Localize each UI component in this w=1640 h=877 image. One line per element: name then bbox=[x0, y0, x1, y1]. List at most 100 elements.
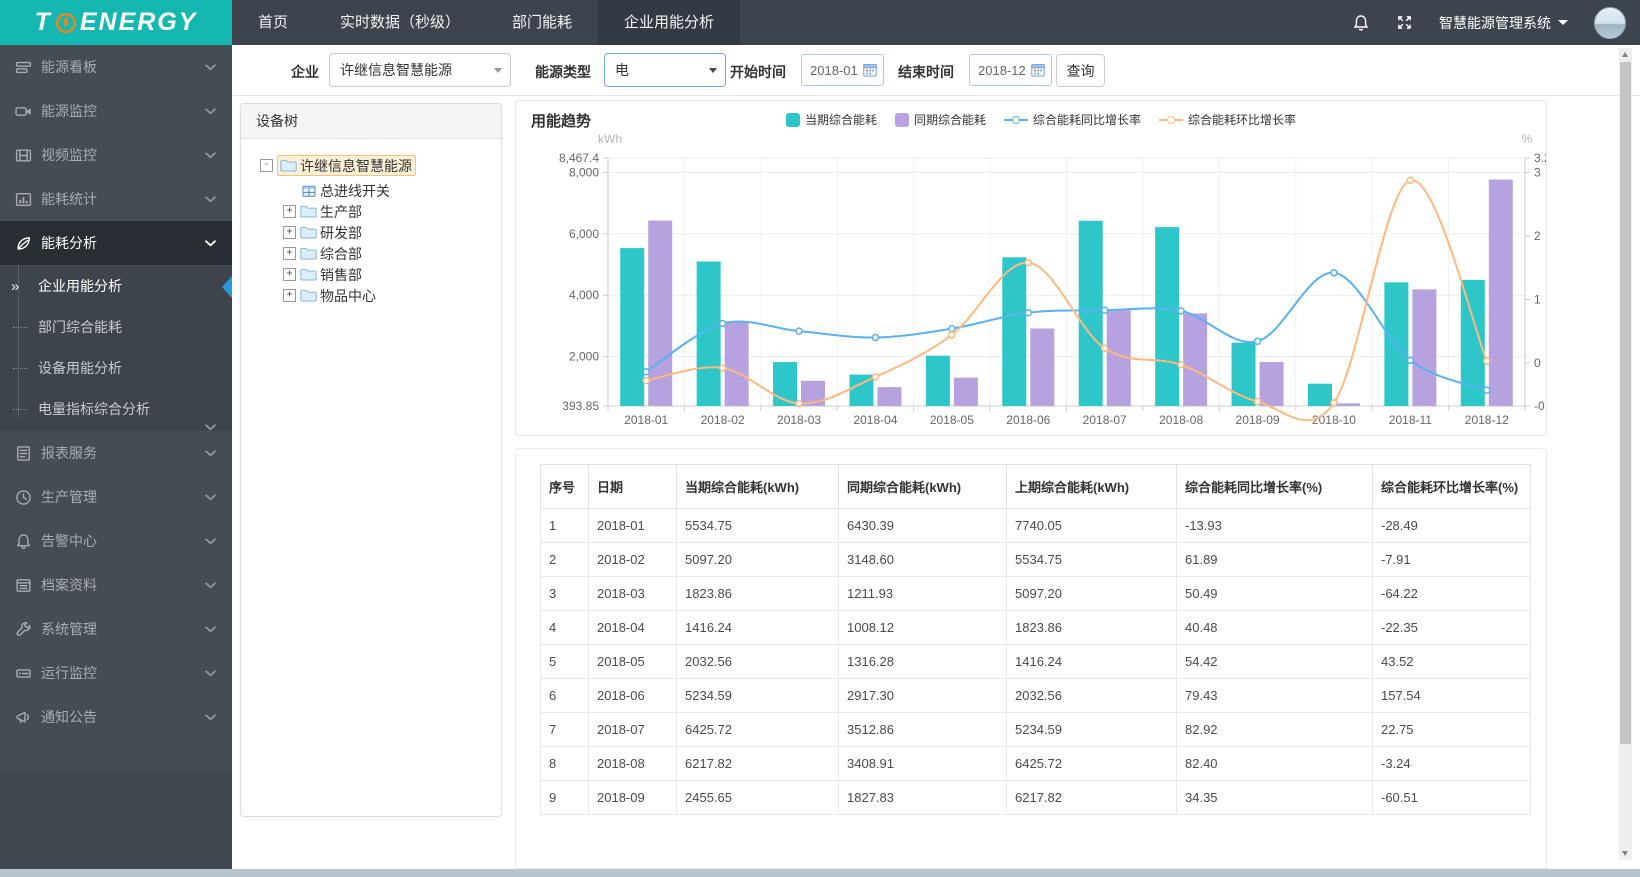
expand-toggle-icon[interactable]: + bbox=[283, 226, 296, 239]
line-marker bbox=[1024, 258, 1033, 267]
tree-node-folder[interactable]: + 生产部 bbox=[247, 201, 495, 222]
bar bbox=[877, 387, 902, 406]
tree-node-device[interactable]: 总进线开关 bbox=[247, 180, 495, 201]
scroll-down-arrow-icon[interactable] bbox=[1622, 851, 1628, 856]
sidebar-item[interactable]: 档案资料 bbox=[0, 563, 232, 607]
legend-item[interactable]: 综合能耗环比增长率 bbox=[1159, 111, 1296, 128]
chart-tick-label: 2018-06 bbox=[1006, 413, 1050, 427]
sidebar-item[interactable]: 能源监控 bbox=[0, 89, 232, 133]
table-row[interactable]: 8 2018-08 6217.82 3408.91 6425.72 82.40 -3.24 bbox=[540, 746, 1531, 781]
scroll-up-arrow-icon[interactable] bbox=[1622, 52, 1628, 57]
table-cell: -28.49 bbox=[1372, 508, 1531, 543]
sidebar-item[interactable]: 报表服务 bbox=[0, 431, 232, 475]
chart-tick-label: 2018-02 bbox=[701, 413, 745, 427]
user-avatar[interactable] bbox=[1594, 6, 1626, 39]
scrollbar-thumb[interactable] bbox=[1620, 62, 1631, 744]
expand-toggle-icon[interactable]: + bbox=[283, 247, 296, 260]
logo-text-t: T bbox=[34, 8, 52, 36]
table-cell: 6 bbox=[540, 678, 589, 713]
expand-toggle-icon[interactable]: + bbox=[283, 205, 296, 218]
collapse-toggle-icon[interactable]: - bbox=[260, 159, 273, 172]
table-header-cell: 同期综合能耗(kWh) bbox=[838, 464, 1007, 509]
sidebar-item[interactable]: 能耗统计 bbox=[0, 177, 232, 221]
tree-node-folder[interactable]: + 销售部 bbox=[247, 264, 495, 285]
table-row[interactable]: 6 2018-06 5234.59 2917.30 2032.56 79.43 157.54 bbox=[540, 678, 1531, 713]
table-row[interactable]: 1 2018-01 5534.75 6430.39 7740.05 -13.93 -28.4… bbox=[540, 508, 1531, 543]
tree-selected-node[interactable]: 许继信息智慧能源 bbox=[277, 155, 416, 176]
legend-line-swatch bbox=[1004, 113, 1029, 127]
line-marker bbox=[1330, 269, 1338, 277]
bar bbox=[1488, 179, 1513, 406]
table-header-cell: 日期 bbox=[588, 464, 677, 509]
table-cell: 79.43 bbox=[1176, 678, 1373, 713]
system-title-dropdown[interactable]: 智慧能源管理系统 bbox=[1439, 13, 1568, 33]
chevron-down-icon bbox=[205, 581, 216, 589]
end-date-input[interactable]: 2018-12 bbox=[969, 54, 1052, 86]
table-cell: 7740.05 bbox=[1006, 508, 1177, 543]
tree-node-label: 销售部 bbox=[320, 266, 362, 283]
chart-tick-label: 6,000 bbox=[569, 227, 599, 241]
wrench-icon bbox=[15, 621, 32, 638]
line-marker bbox=[871, 373, 880, 381]
sidebar-submenu: » 企业用能分析 部门综合能耗 设备用能分析 电量指标综合分析 bbox=[0, 265, 232, 431]
notification-bell-icon[interactable] bbox=[1352, 14, 1370, 32]
start-date-input[interactable]: 2018-01 bbox=[801, 54, 884, 86]
clock-icon bbox=[15, 489, 32, 506]
expand-toggle-icon[interactable]: + bbox=[283, 268, 296, 281]
company-select[interactable]: 许继信息智慧能源 bbox=[329, 53, 511, 87]
sidebar-subitem[interactable]: 设备用能分析 bbox=[0, 348, 232, 389]
energy-type-select[interactable]: 电 bbox=[604, 53, 726, 87]
horizontal-scrollbar-track[interactable] bbox=[0, 869, 1640, 877]
nav-tab[interactable]: 部门能耗 bbox=[486, 0, 598, 45]
table-header-cell: 序号 bbox=[540, 464, 589, 509]
calendar-icon[interactable] bbox=[863, 63, 877, 77]
sidebar-item[interactable]: 生产管理 bbox=[0, 475, 232, 519]
vertical-scrollbar[interactable] bbox=[1619, 48, 1632, 860]
tree-node-folder[interactable]: + 研发部 bbox=[247, 222, 495, 243]
sidebar-item[interactable]: 视频监控 bbox=[0, 133, 232, 177]
legend-item[interactable]: 当期综合能耗 bbox=[786, 111, 877, 128]
table-row[interactable]: 3 2018-03 1823.86 1211.93 5097.20 50.49 -64.22 bbox=[540, 576, 1531, 611]
tree-node-root[interactable]: - 许继信息智慧能源 bbox=[247, 155, 495, 176]
query-button[interactable]: 查询 bbox=[1056, 54, 1105, 87]
sidebar-item[interactable]: 通知公告 bbox=[0, 695, 232, 739]
tree-node-folder[interactable]: + 物品中心 bbox=[247, 285, 495, 306]
calendar-icon[interactable] bbox=[1031, 63, 1045, 77]
sidebar-subitem[interactable]: 电量指标综合分析 bbox=[0, 389, 232, 431]
chart-tick-label: 2018-07 bbox=[1083, 413, 1127, 427]
sidebar-item[interactable]: 告警中心 bbox=[0, 519, 232, 563]
table-row[interactable]: 2 2018-02 5097.20 3148.60 5534.75 61.89 -7.91 bbox=[540, 542, 1531, 577]
sidebar-item[interactable]: 运行监控 bbox=[0, 651, 232, 695]
start-date-value: 2018-01 bbox=[810, 62, 858, 78]
tree-node-folder[interactable]: + 综合部 bbox=[247, 243, 495, 264]
sidebar-item-label: 能耗统计 bbox=[41, 191, 97, 207]
tree-dash-icon bbox=[13, 368, 27, 369]
legend-item[interactable]: 同期综合能耗 bbox=[895, 111, 986, 128]
table-cell: 5234.59 bbox=[676, 678, 839, 713]
sidebar-item[interactable]: 能源看板 bbox=[0, 45, 232, 89]
legend-item[interactable]: 综合能耗同比增长率 bbox=[1004, 111, 1141, 128]
dashboard-icon bbox=[15, 59, 32, 76]
sidebar-item[interactable]: 系统管理 bbox=[0, 607, 232, 651]
line-marker bbox=[795, 327, 803, 335]
chart-tick-label: 2018-09 bbox=[1236, 413, 1280, 427]
sidebar-item[interactable]: 能耗分析 bbox=[0, 221, 232, 265]
chevron-down-icon bbox=[205, 195, 216, 203]
nav-tab[interactable]: 实时数据（秒级） bbox=[314, 0, 486, 45]
trend-chart: 8,467.48,000 6,000 4,000 2,000 393.85 3.233 2 1… bbox=[559, 132, 1546, 427]
expand-toggle-icon[interactable]: + bbox=[283, 289, 296, 302]
table-cell: 2018-08 bbox=[588, 746, 677, 781]
legend-label: 当期综合能耗 bbox=[805, 113, 878, 127]
table-row[interactable]: 9 2018-09 2455.65 1827.83 6217.82 34.35 -60.51 bbox=[540, 780, 1531, 815]
table-row[interactable]: 7 2018-07 6425.72 3512.86 5234.59 82.92 22.75 bbox=[540, 712, 1531, 747]
nav-tab[interactable]: 企业用能分析 bbox=[598, 0, 741, 45]
table-cell: 82.40 bbox=[1176, 746, 1373, 781]
nav-tab[interactable]: 首页 bbox=[232, 0, 314, 45]
table-row[interactable]: 5 2018-05 2032.56 1316.28 1416.24 54.42 43.52 bbox=[540, 644, 1531, 679]
bar bbox=[953, 377, 978, 406]
sidebar-subitem[interactable]: 部门综合能耗 bbox=[0, 307, 232, 348]
table-row[interactable]: 4 2018-04 1416.24 1008.12 1823.86 40.48 -22.35 bbox=[540, 610, 1531, 645]
legend-label: 综合能耗同比增长率 bbox=[1033, 113, 1142, 127]
sidebar-subitem[interactable]: » 企业用能分析 bbox=[0, 266, 232, 307]
fullscreen-icon[interactable] bbox=[1396, 14, 1413, 31]
